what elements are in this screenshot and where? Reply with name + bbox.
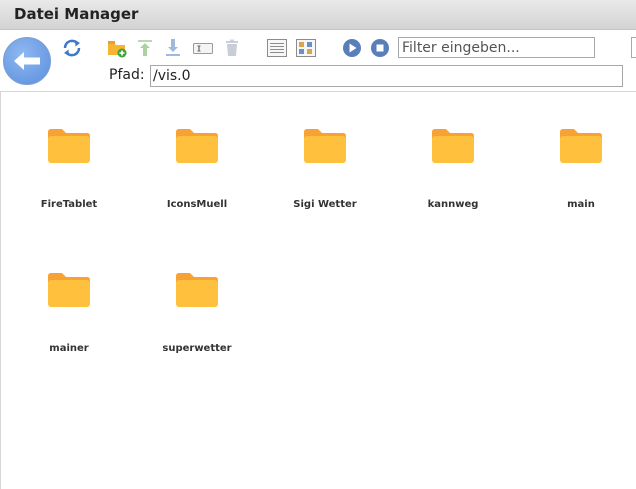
rename-icon (193, 43, 213, 54)
new-folder-button[interactable] (106, 37, 128, 59)
folder-label: superwetter (162, 343, 232, 354)
toolbar-overflow-box[interactable] (631, 37, 636, 58)
play-button[interactable] (341, 37, 363, 59)
file-manager-window: Datei Manager Filter eingeben... Pfad: /… (0, 0, 636, 489)
back-arrow-icon (14, 52, 40, 70)
list-view-button[interactable] (266, 37, 288, 59)
folder-label: main (567, 199, 595, 210)
stop-button[interactable] (369, 37, 391, 59)
delete-button[interactable] (221, 37, 243, 59)
folder-icon (176, 273, 218, 307)
folder-item[interactable]: Sigi Wetter (270, 92, 380, 210)
path-label: Pfad: (109, 67, 145, 83)
folder-item[interactable]: kannweg (398, 92, 508, 210)
folder-icon (560, 129, 602, 163)
folder-label: IconsMuell (166, 199, 228, 210)
delete-icon (226, 39, 238, 56)
folder-item[interactable]: FireTablet (14, 92, 124, 210)
window-title: Datei Manager (14, 5, 139, 23)
table-view-icon (296, 39, 316, 57)
table-view-button[interactable] (295, 37, 317, 59)
folder-item[interactable]: IconsMuell (142, 92, 252, 210)
title-bar: Datei Manager (0, 0, 636, 30)
toolbar: Pfad: (0, 30, 636, 92)
upload-button[interactable] (134, 37, 156, 59)
new-folder-icon (108, 41, 127, 58)
download-icon (166, 39, 180, 56)
rename-button[interactable] (192, 37, 214, 59)
folder-label: FireTablet (40, 199, 98, 210)
upload-icon (138, 40, 152, 56)
folder-item[interactable]: main (526, 92, 636, 210)
list-view-icon (267, 39, 287, 57)
folder-label: kannweg (427, 199, 479, 210)
folder-icon (176, 129, 218, 163)
folder-item[interactable]: superwetter (142, 236, 252, 354)
folder-icon (48, 129, 90, 163)
play-icon (343, 39, 361, 57)
refresh-icon (63, 39, 81, 57)
folder-icon (304, 129, 346, 163)
folder-icon (48, 273, 90, 307)
back-button[interactable] (3, 37, 51, 85)
refresh-button[interactable] (61, 37, 83, 59)
filter-input[interactable] (398, 37, 595, 58)
file-area: FireTablet IconsMuell Sigi Wetter kannwe… (0, 92, 636, 489)
folder-icon (432, 129, 474, 163)
folder-item[interactable]: mainer (14, 236, 124, 354)
stop-icon (371, 39, 389, 57)
path-input[interactable] (150, 65, 623, 87)
folder-label: mainer (49, 343, 89, 354)
folder-label: Sigi Wetter (293, 199, 357, 210)
download-button[interactable] (162, 37, 184, 59)
